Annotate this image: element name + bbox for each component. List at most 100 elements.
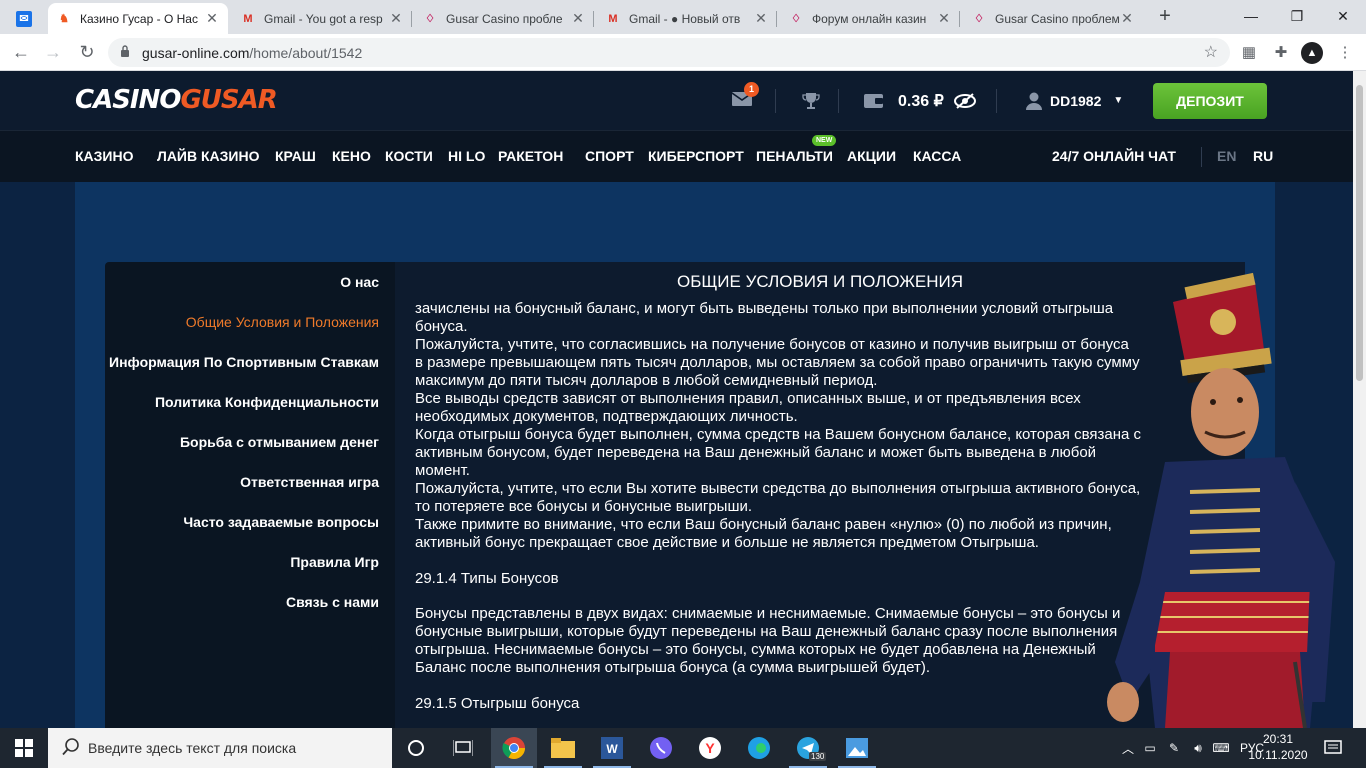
task-view-icon[interactable] (440, 728, 486, 768)
edge-icon[interactable] (736, 728, 782, 768)
about-sidebar: О нас Общие Условия и Положения Информац… (105, 262, 395, 728)
nav-promotions[interactable]: АКЦИИ (847, 148, 896, 164)
sidebar-item-faq[interactable]: Часто задаваемые вопросы (183, 514, 379, 530)
wallet-balance[interactable]: 0.36 ₽ (864, 71, 976, 130)
search-icon (62, 738, 79, 756)
close-tab-icon[interactable]: ✕ (388, 10, 404, 27)
nav-dice[interactable]: КОСТИ (385, 148, 433, 164)
tab-forum-2[interactable]: ♢ Форум онлайн казин ✕ (780, 3, 960, 34)
photos-icon[interactable] (834, 728, 880, 768)
tab-casino-about[interactable]: ♞ Казино Гусар - О Нас ✕ (48, 3, 228, 34)
nav-sport[interactable]: СПОРТ (585, 148, 634, 164)
nav-raketon[interactable]: РАКЕТОН (498, 148, 563, 164)
tab-title: Gusar Casino проблем (995, 11, 1119, 26)
yandex-browser-icon[interactable]: Y (687, 728, 733, 768)
forward-icon[interactable]: → (40, 40, 66, 66)
tab-title: Казино Гусар - О Нас (80, 11, 198, 26)
puzzle-icon[interactable]: ✚ (1270, 42, 1292, 64)
hussar-mascot-illustration (1107, 272, 1335, 728)
svg-text:Y: Y (705, 740, 715, 756)
start-button[interactable] (0, 728, 48, 768)
article-line: в размере превышающем пять тысяч долларо… (415, 354, 1140, 371)
mail-button[interactable]: 1 (731, 71, 759, 130)
notifications-icon[interactable] (1313, 728, 1353, 768)
sidebar-item-aml[interactable]: Борьба с отмыванием денег (180, 434, 379, 450)
reload-icon[interactable]: ↻ (74, 40, 100, 66)
username: DD1982 (1050, 92, 1102, 109)
user-menu[interactable]: DD1982 ▼ (1025, 71, 1123, 130)
clock-time: 20:31 (1262, 732, 1294, 746)
nav-esports[interactable]: КИБЕРСПОРТ (648, 148, 744, 164)
close-tab-icon[interactable]: ✕ (936, 10, 952, 27)
tab-title: Gusar Casino пробле (446, 11, 563, 26)
nav-cashier[interactable]: КАССА (913, 148, 961, 164)
tournaments-button[interactable] (802, 71, 820, 130)
new-tab-button[interactable]: + (1153, 5, 1177, 29)
page-scrollbar[interactable] (1353, 71, 1366, 728)
nav-casino[interactable]: КАЗИНО (75, 148, 134, 164)
profile-avatar[interactable]: ▲ (1301, 42, 1323, 64)
volume-icon[interactable]: 🔊︎ (1186, 741, 1210, 756)
lang-en[interactable]: EN (1217, 148, 1236, 164)
sidebar-item-game-rules[interactable]: Правила Игр (290, 554, 379, 570)
browser-tab-bar: ✉ ♞ Казино Гусар - О Нас ✕ M Gmail - You… (0, 0, 1366, 34)
new-badge: NEW (812, 135, 837, 146)
word-icon[interactable]: W (589, 728, 635, 768)
close-tab-icon[interactable]: ✕ (570, 10, 586, 27)
article-line: то потеряете все бонусы и бонусные выигр… (415, 498, 753, 515)
wallet-icon (864, 93, 883, 108)
live-chat-link[interactable]: 24/7 ОНЛАЙН ЧАТ (1052, 148, 1176, 164)
menu-dots-icon[interactable]: ⋮ (1334, 42, 1356, 64)
chevron-down-icon: ▼ (1113, 95, 1124, 106)
clock-date: 10.11.2020 (1248, 748, 1308, 762)
maximize-button[interactable]: ❐ (1274, 0, 1320, 34)
sidebar-item-privacy[interactable]: Политика Конфиденциальности (155, 394, 379, 410)
nav-live-casino[interactable]: ЛАЙВ КАЗИНО (157, 148, 259, 164)
chrome-taskbar-icon[interactable] (491, 728, 537, 768)
casino-logo[interactable]: CASINOGUSAR (75, 85, 278, 115)
minimize-button[interactable]: — (1228, 0, 1274, 34)
tab-gmail-1[interactable]: M Gmail - You got a resp ✕ (232, 3, 412, 34)
tab-gmail-2[interactable]: M Gmail - ● Новый отв ✕ (597, 3, 777, 34)
viber-icon[interactable] (638, 728, 684, 768)
cortana-icon[interactable] (393, 728, 439, 768)
telegram-icon[interactable]: 130 (785, 728, 831, 768)
article-line: активный бонус прекращает свое действие … (415, 534, 1039, 551)
tab-forum-1[interactable]: ♢ Gusar Casino пробле ✕ (414, 3, 594, 34)
tray-chevron-up-icon[interactable]: ︿ (1118, 740, 1138, 757)
sidebar-item-contact[interactable]: Связь с нами (286, 594, 379, 610)
deposit-button[interactable]: ДЕПОЗИТ (1153, 83, 1267, 119)
back-icon[interactable]: ← (8, 40, 34, 66)
close-tab-icon[interactable]: ✕ (204, 10, 220, 27)
sidebar-item-about[interactable]: О нас (340, 274, 379, 290)
telegram-unread-badge: 130 (809, 752, 827, 761)
lang-ru[interactable]: RU (1253, 148, 1273, 164)
nav-crash[interactable]: КРАШ (275, 148, 316, 164)
nav-hilo[interactable]: HI LO (448, 148, 485, 164)
close-window-button[interactable]: ✕ (1320, 0, 1366, 34)
balance-amount: 0.36 ₽ (898, 92, 944, 110)
extension-icon[interactable]: ▦ (1238, 42, 1260, 64)
taskbar-search-input[interactable]: Введите здесь текст для поиска (48, 728, 392, 768)
keyboard-icon[interactable]: ⌨ (1210, 741, 1232, 755)
tab-forum-3[interactable]: ♢ Gusar Casino проблем ✕ (963, 3, 1143, 34)
sidebar-item-sports-betting[interactable]: Информация По Спортивным Ставкам (109, 354, 379, 370)
url-input[interactable]: gusar-online.com/home/about/1542 ☆ (108, 38, 1230, 67)
bookmark-star-icon[interactable]: ☆ (1204, 42, 1218, 62)
article-line: максимум до пяти тысяч долларов в любой … (415, 372, 878, 389)
address-bar-row: ← → ↻ gusar-online.com/home/about/1542 ☆… (0, 34, 1366, 71)
scrollbar-thumb[interactable] (1356, 85, 1363, 381)
sidebar-item-responsible-gaming[interactable]: Ответственная игра (240, 474, 379, 490)
close-tab-icon[interactable]: ✕ (1119, 10, 1135, 27)
close-tab-icon[interactable]: ✕ (753, 10, 769, 27)
taskbar-clock[interactable]: 20:31 10.11.2020 (1248, 731, 1308, 763)
sidebar-item-terms[interactable]: Общие Условия и Положения (186, 314, 379, 330)
nav-keno[interactable]: КЕНО (332, 148, 371, 164)
hide-balance-eye-icon[interactable] (953, 92, 976, 109)
nav-penalty[interactable]: ПЕНАЛЬТИ NEW (756, 135, 837, 164)
svg-text:W: W (606, 742, 618, 756)
file-explorer-icon[interactable] (540, 728, 586, 768)
network-icon[interactable]: ▭ (1138, 741, 1162, 755)
tab-mail-app[interactable]: ✉ (8, 3, 48, 34)
pen-icon[interactable]: ✎ (1162, 741, 1186, 755)
